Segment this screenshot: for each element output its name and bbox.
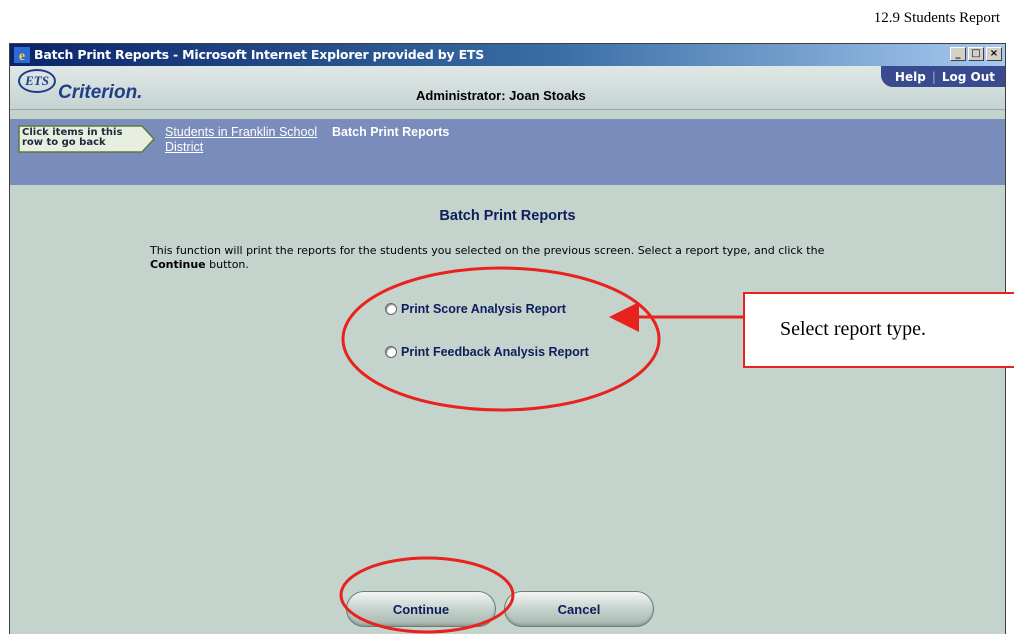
highlight-ellipse-continue (339, 556, 515, 634)
annotation-overlay (339, 266, 743, 634)
highlight-ellipse-options (341, 266, 661, 412)
